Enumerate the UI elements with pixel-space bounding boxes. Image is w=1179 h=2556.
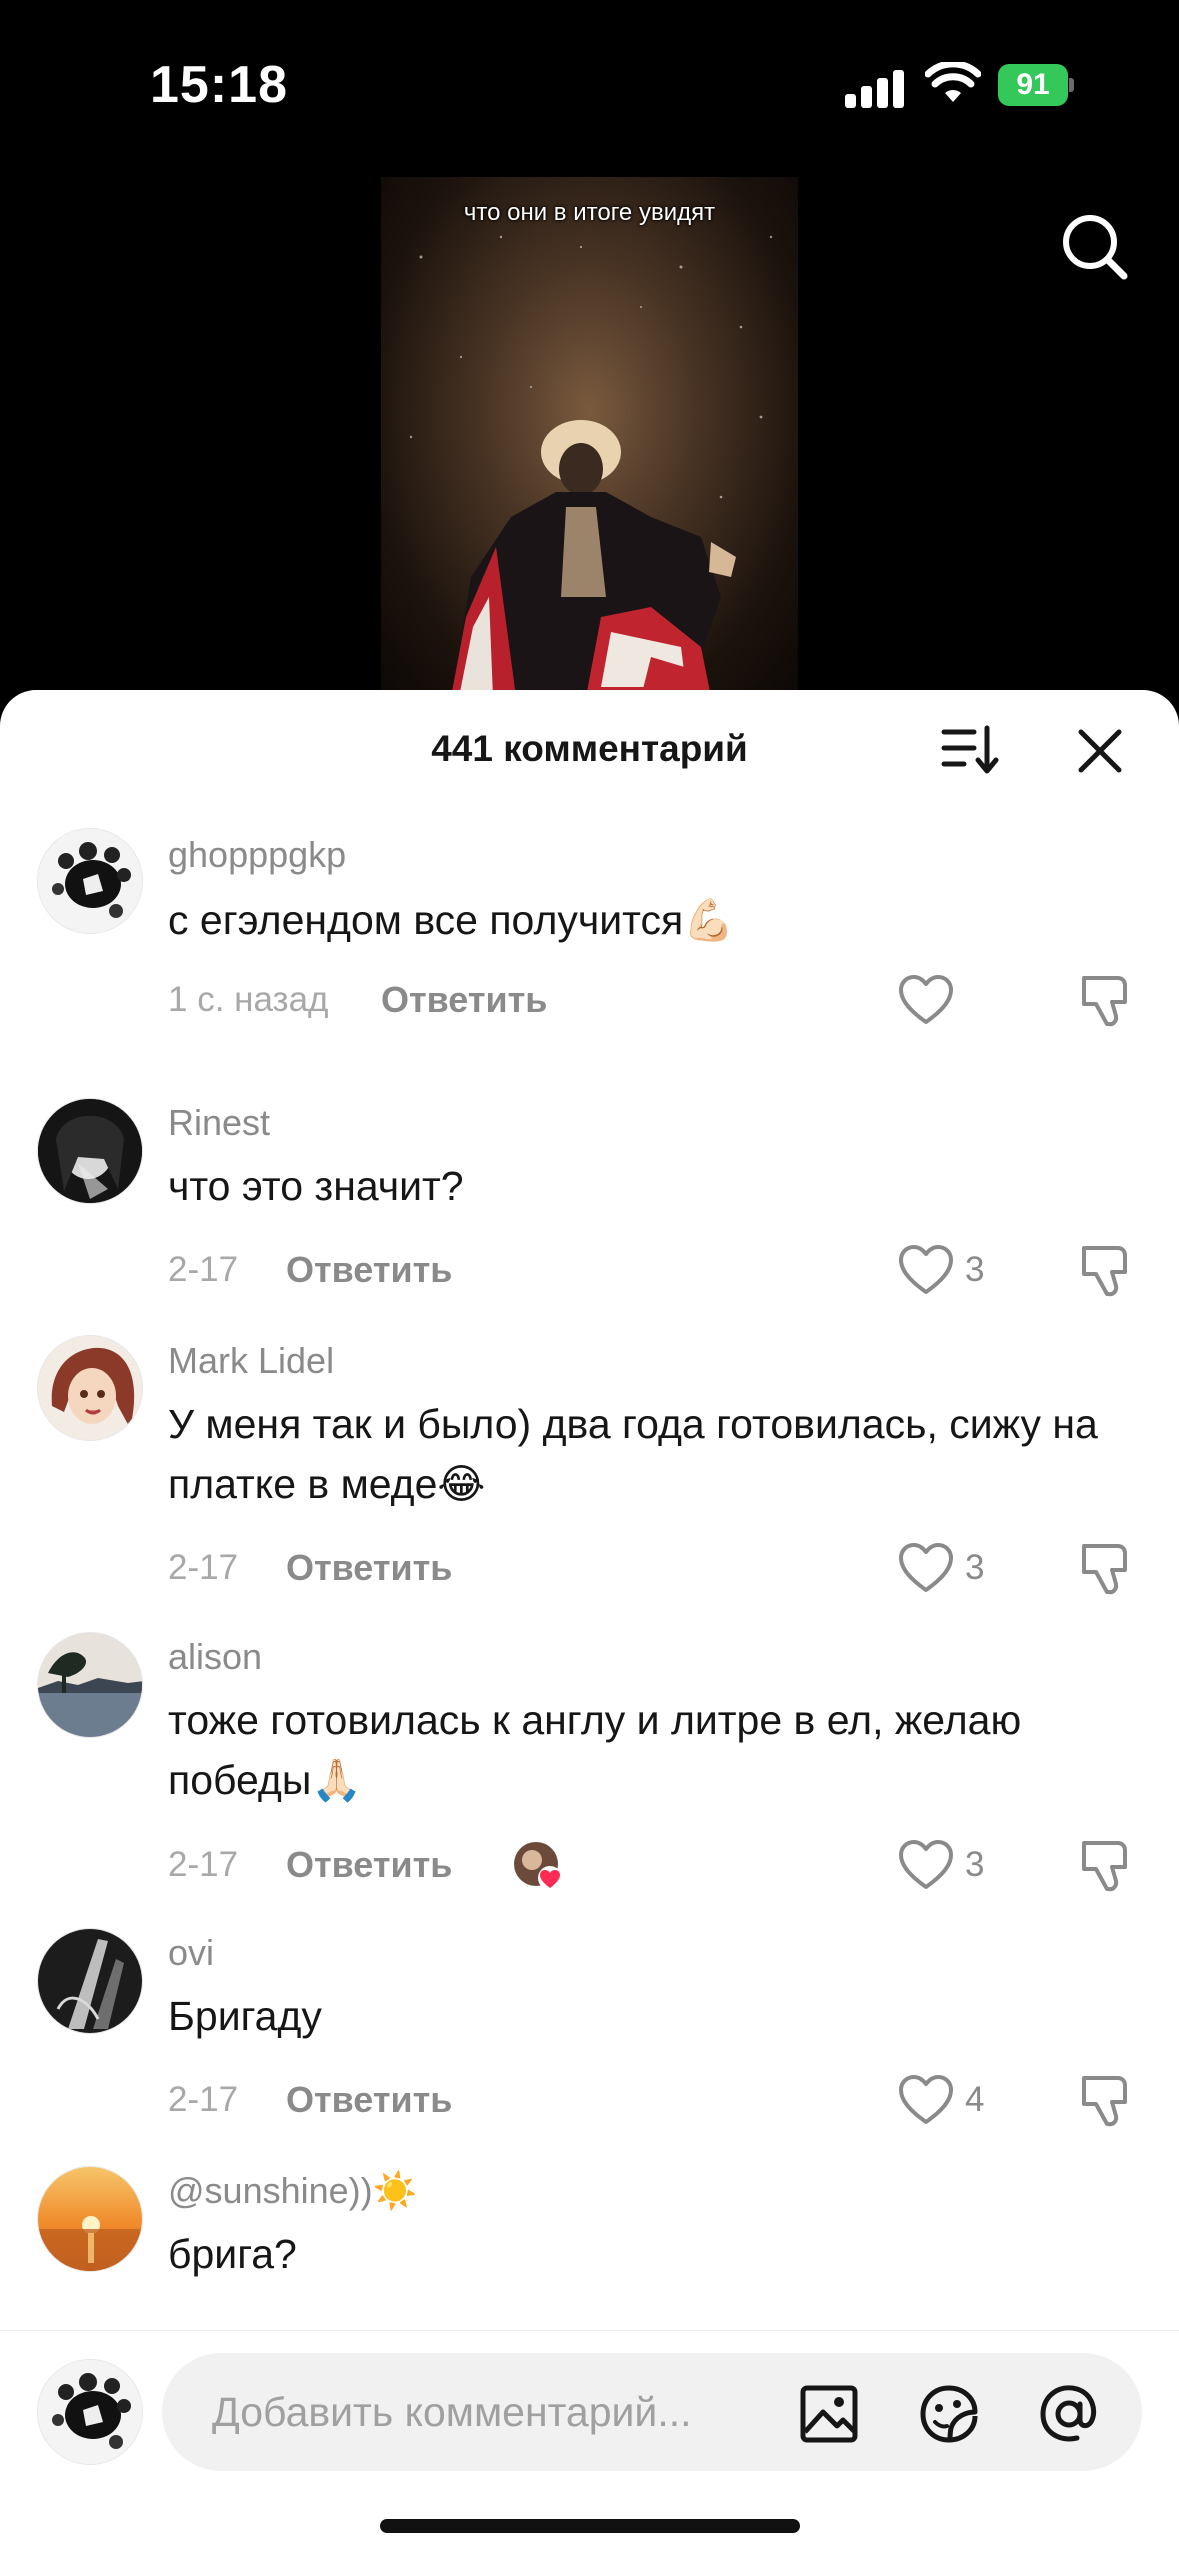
close-icon[interactable] <box>1075 726 1125 776</box>
reply-button[interactable]: Ответить <box>286 1249 452 1291</box>
heart-icon[interactable] <box>898 1244 954 1296</box>
like-count: 3 <box>965 1250 985 1289</box>
avatar[interactable] <box>37 1335 143 1441</box>
comment-input-bar <box>0 2330 1179 2556</box>
comment-text: с егэлендом все получится💪🏻 <box>168 897 735 943</box>
comment-text: тоже готовилась к англу и литре в ел, же… <box>168 1697 1022 1803</box>
comment-text: Бригаду <box>168 1993 322 2039</box>
status-time: 15:18 <box>150 56 288 114</box>
comment-date: 2-17 <box>168 1548 239 1587</box>
comment-input[interactable] <box>212 2353 792 2471</box>
avatar[interactable] <box>37 1928 143 2034</box>
avatar[interactable] <box>37 828 143 934</box>
comments-count-title: 441 комментарий <box>431 728 748 769</box>
comment-date: 2-17 <box>168 1250 239 1289</box>
comment-text: что это значит? <box>168 1163 464 1209</box>
dislike-icon[interactable] <box>1078 1837 1134 1895</box>
heart-icon[interactable] <box>898 974 954 1026</box>
comment-username[interactable]: ovi <box>168 1932 214 1974</box>
dislike-icon[interactable] <box>1078 972 1134 1030</box>
dislike-icon[interactable] <box>1078 1242 1134 1300</box>
reply-button[interactable]: Ответить <box>286 1844 452 1886</box>
heart-icon[interactable] <box>898 1839 954 1891</box>
video-preview[interactable]: что они в итоге увидят <box>381 177 798 697</box>
reply-button[interactable]: Ответить <box>381 979 547 1021</box>
sort-icon[interactable] <box>940 722 1000 778</box>
image-icon[interactable] <box>797 2382 861 2446</box>
heart-icon[interactable] <box>898 2074 954 2126</box>
like-count: 4 <box>965 2080 985 2119</box>
comment-date: 1 с. назад <box>168 980 329 1019</box>
status-bar: 15:18 91 <box>0 0 1179 170</box>
comment-username[interactable]: alison <box>168 1636 262 1678</box>
comment-username[interactable]: Mark Lidel <box>168 1340 334 1382</box>
wifi-icon <box>925 62 981 102</box>
reply-button[interactable]: Ответить <box>286 2079 452 2121</box>
comment-username[interactable]: @sunshine))☀️ <box>168 2170 417 2212</box>
like-count: 3 <box>965 1548 985 1587</box>
comment-username[interactable]: ghopppgkp <box>168 834 346 876</box>
comment-text: У меня так и было) два года готовилась, … <box>168 1401 1098 1507</box>
comment-text: брига? <box>168 2231 297 2277</box>
sticker-icon[interactable] <box>917 2382 981 2446</box>
comment-input-container <box>162 2353 1142 2471</box>
avatar <box>37 2359 143 2465</box>
like-count: 3 <box>965 1845 985 1884</box>
home-indicator <box>380 2519 800 2533</box>
search-icon[interactable] <box>1058 210 1130 282</box>
dislike-icon[interactable] <box>1078 2072 1134 2130</box>
comment-username[interactable]: Rinest <box>168 1102 270 1144</box>
avatar[interactable] <box>37 1632 143 1738</box>
dislike-icon[interactable] <box>1078 1540 1134 1598</box>
comment-date: 2-17 <box>168 1845 239 1884</box>
battery-level: 91 <box>998 64 1068 106</box>
battery-icon: 91 <box>998 64 1074 106</box>
avatar[interactable] <box>37 2166 143 2272</box>
at-icon[interactable] <box>1037 2382 1101 2446</box>
cellular-signal-icon <box>845 68 905 108</box>
video-caption: что они в итоге увидят <box>463 199 716 226</box>
creator-liked-badge <box>512 1840 566 1894</box>
avatar[interactable] <box>37 1098 143 1204</box>
video-frame-image <box>409 235 773 697</box>
reply-button[interactable]: Ответить <box>286 1547 452 1589</box>
comments-sheet: 441 комментарий ghopppgkp с егэлендом вс… <box>0 690 1179 2556</box>
comment-date: 2-17 <box>168 2080 239 2119</box>
heart-icon[interactable] <box>898 1542 954 1594</box>
